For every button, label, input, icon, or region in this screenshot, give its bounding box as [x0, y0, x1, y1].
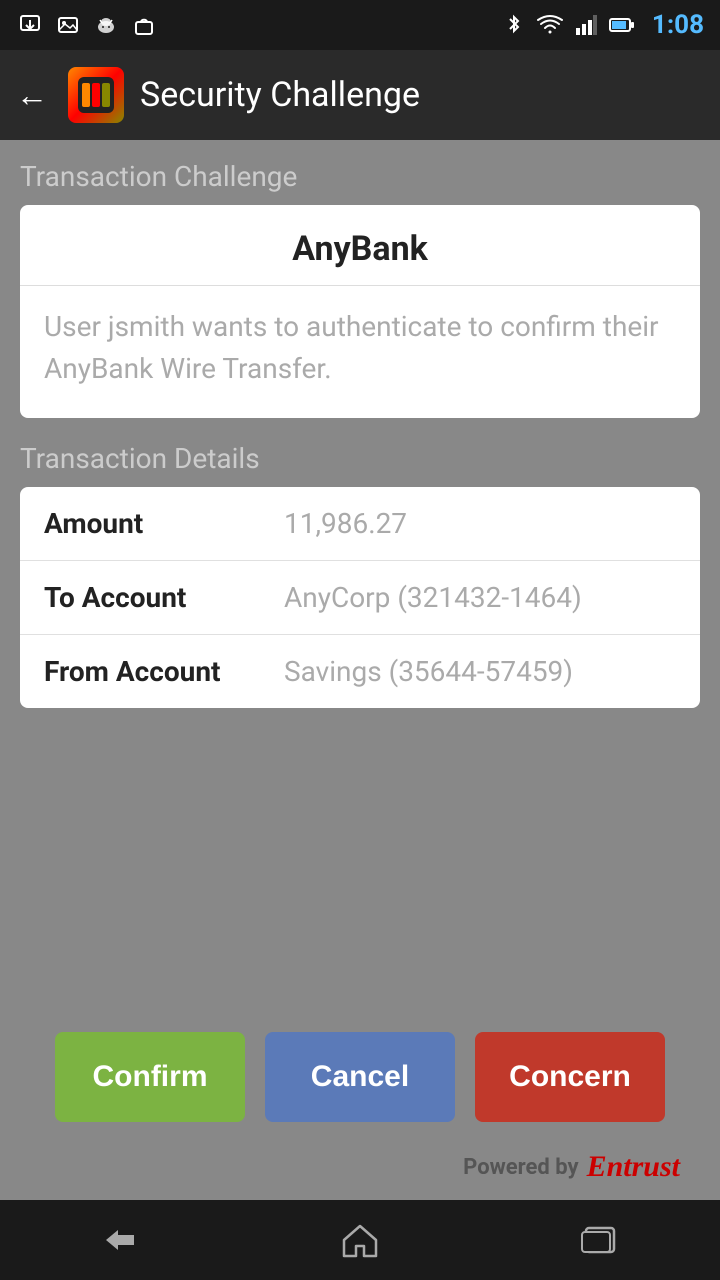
powered-by-text: Powered by [463, 1155, 578, 1180]
image-icon [54, 11, 82, 39]
nav-bar [0, 1200, 720, 1280]
amount-label: Amount [44, 507, 284, 540]
main-content: Transaction Challenge AnyBank User jsmit… [0, 140, 720, 1200]
transaction-details-label: Transaction Details [20, 442, 700, 475]
status-bar: 1:08 [0, 0, 720, 50]
to-account-row: To Account AnyCorp (321432-1464) [20, 561, 700, 635]
wifi-icon [536, 11, 564, 39]
status-icons-right: 1:08 [500, 10, 704, 40]
amount-value: 11,986.27 [284, 507, 676, 540]
app-icon [68, 67, 124, 123]
concern-button[interactable]: Concern [475, 1032, 665, 1122]
to-account-value: AnyCorp (321432-1464) [284, 581, 676, 614]
details-card: Amount 11,986.27 To Account AnyCorp (321… [20, 487, 700, 708]
button-row: Confirm Cancel Concern [20, 1032, 700, 1142]
status-icons-left [16, 11, 158, 39]
android-icon [92, 11, 120, 39]
app-title: Security Challenge [140, 75, 420, 115]
to-account-label: To Account [44, 581, 284, 614]
battery-icon [608, 11, 636, 39]
download-icon [16, 11, 44, 39]
confirm-button[interactable]: Confirm [55, 1032, 245, 1122]
app-bar: ← Security Challenge [0, 50, 720, 140]
transaction-challenge-label: Transaction Challenge [20, 160, 700, 193]
back-arrow-icon[interactable]: ← [16, 76, 48, 114]
bank-name: AnyBank [20, 205, 700, 286]
entrust-logo: Entrust [587, 1150, 680, 1184]
cancel-button[interactable]: Cancel [265, 1032, 455, 1122]
from-account-label: From Account [44, 655, 284, 688]
bag-icon [130, 11, 158, 39]
challenge-message: User jsmith wants to authenticate to con… [20, 286, 700, 418]
nav-recents-button[interactable] [560, 1210, 640, 1270]
from-account-value: Savings (35644-57459) [284, 655, 676, 688]
nav-home-button[interactable] [320, 1210, 400, 1270]
from-account-row: From Account Savings (35644-57459) [20, 635, 700, 708]
nav-back-button[interactable] [80, 1210, 160, 1270]
signal-icon [572, 11, 600, 39]
amount-row: Amount 11,986.27 [20, 487, 700, 561]
bluetooth-icon [500, 11, 528, 39]
status-time: 1:08 [652, 10, 704, 40]
powered-by: Powered by Entrust [20, 1142, 700, 1200]
challenge-card: AnyBank User jsmith wants to authenticat… [20, 205, 700, 418]
